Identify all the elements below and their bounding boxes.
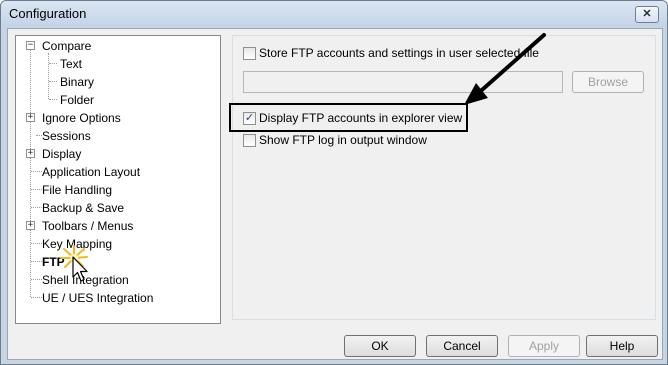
tree-item-text[interactable]: Text bbox=[60, 55, 82, 73]
title-bar[interactable]: Configuration ✕ bbox=[1, 1, 667, 27]
tree-connector bbox=[48, 53, 49, 99]
highlight-box bbox=[229, 103, 468, 132]
configuration-dialog: Configuration ✕ − Compare Text Binary Fo… bbox=[0, 0, 668, 365]
tree-connector bbox=[31, 243, 42, 244]
tree-item-ue-ues-integration[interactable]: UE / UES Integration bbox=[42, 289, 153, 307]
show-ftp-log-label[interactable]: Show FTP log in output window bbox=[259, 133, 427, 147]
tree-item-sessions[interactable]: Sessions bbox=[42, 127, 91, 145]
window-title: Configuration bbox=[9, 6, 87, 21]
tree-item-compare[interactable]: Compare bbox=[42, 37, 91, 55]
store-accounts-checkbox[interactable] bbox=[243, 47, 256, 60]
dialog-body: − Compare Text Binary Folder + Ignore Op… bbox=[7, 28, 663, 360]
tree-connector bbox=[31, 297, 42, 298]
tree-item-backup-save[interactable]: Backup & Save bbox=[42, 199, 124, 217]
tree-item-folder[interactable]: Folder bbox=[60, 91, 94, 109]
cancel-button[interactable]: Cancel bbox=[426, 335, 498, 357]
apply-button[interactable]: Apply bbox=[508, 335, 580, 357]
collapse-icon[interactable]: − bbox=[26, 41, 35, 50]
category-tree[interactable]: − Compare Text Binary Folder + Ignore Op… bbox=[15, 35, 221, 324]
tree-connector bbox=[31, 189, 42, 190]
ftp-settings-panel: Store FTP accounts and settings in user … bbox=[232, 35, 656, 320]
browse-button[interactable]: Browse bbox=[572, 71, 644, 93]
tree-item-file-handling[interactable]: File Handling bbox=[42, 181, 112, 199]
tree-connector bbox=[31, 171, 42, 172]
ok-button[interactable]: OK bbox=[344, 335, 416, 357]
tree-connector bbox=[31, 261, 42, 262]
tree-item-display[interactable]: Display bbox=[42, 145, 81, 163]
tree-item-application-layout[interactable]: Application Layout bbox=[42, 163, 140, 181]
cursor-icon bbox=[60, 245, 88, 282]
expand-icon[interactable]: + bbox=[26, 221, 35, 230]
tree-connector bbox=[49, 99, 57, 100]
tree-connector bbox=[31, 279, 42, 280]
tree-connector bbox=[31, 207, 42, 208]
expand-icon[interactable]: + bbox=[26, 149, 35, 158]
arrow-icon bbox=[464, 33, 546, 105]
show-ftp-log-checkbox[interactable] bbox=[243, 134, 256, 147]
tree-connector bbox=[49, 81, 57, 82]
tree-item-toolbars-menus[interactable]: Toolbars / Menus bbox=[42, 217, 133, 235]
expand-icon[interactable]: + bbox=[26, 113, 35, 122]
close-button[interactable]: ✕ bbox=[635, 6, 659, 23]
tree-item-binary[interactable]: Binary bbox=[60, 73, 94, 91]
help-button[interactable]: Help bbox=[586, 335, 658, 357]
tree-connector bbox=[49, 63, 57, 64]
tree-item-ignore-options[interactable]: Ignore Options bbox=[42, 109, 121, 127]
